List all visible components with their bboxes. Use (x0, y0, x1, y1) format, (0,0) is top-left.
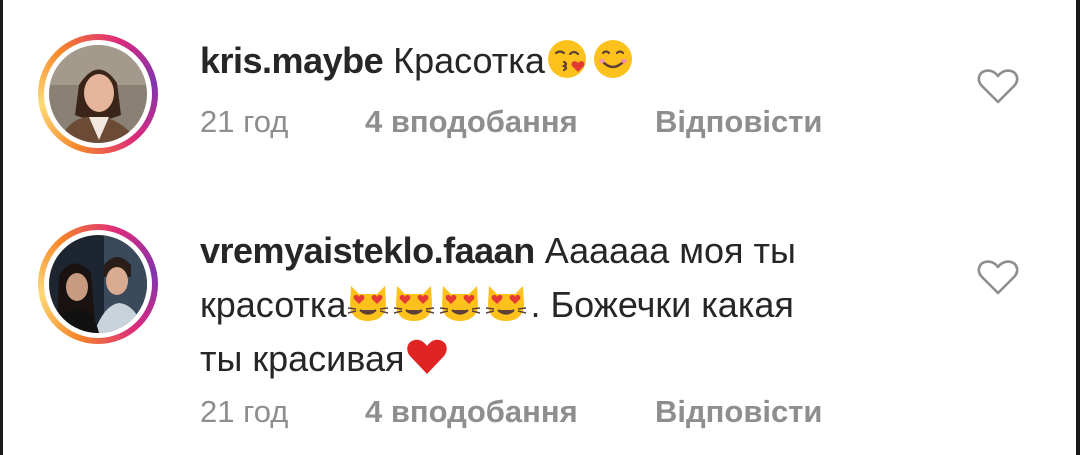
heart-eyes-cat-emoji (394, 286, 435, 321)
avatar-story-ring[interactable] (38, 224, 158, 344)
heart-outline-icon[interactable] (976, 66, 1020, 106)
comment-body-line-1: Аааааа моя ты (544, 230, 796, 271)
reply-button[interactable]: Відповісти (655, 102, 823, 142)
comment-body-line-2-end: . Божечки какая (530, 284, 794, 325)
heart-outline-icon[interactable] (976, 257, 1020, 297)
red-heart-emoji (406, 339, 447, 374)
avatar[interactable] (49, 45, 147, 143)
comment-text: kris.maybe Красотка (200, 34, 900, 88)
comment-username[interactable]: kris.maybe (200, 40, 384, 81)
comment-item: kris.maybe Красотка 21 год 4 вподобання … (0, 0, 1080, 200)
comment-likes-count[interactable]: 4 вподобання (365, 102, 578, 142)
heart-eyes-cat-emoji (486, 286, 527, 321)
comment-body: Красотка (393, 40, 545, 81)
comment-username[interactable]: vremyaisteklo.faaan (200, 230, 535, 271)
heart-eyes-cat-emoji (348, 286, 389, 321)
reply-button[interactable]: Відповісти (655, 392, 823, 432)
comment-body-line-2: красотка (200, 284, 347, 325)
comment-timestamp: 21 год (200, 394, 289, 429)
smiling-face-emoji (593, 40, 632, 78)
comment-timestamp: 21 год (200, 104, 289, 139)
comment-likes-count[interactable]: 4 вподобання (365, 392, 578, 432)
comment-item: vremyaisteklo.faaan Аааааа моя ты красот… (0, 200, 1080, 455)
comment-text: vremyaisteklo.faaan Аааааа моя ты красот… (200, 224, 900, 386)
avatar[interactable] (49, 235, 147, 333)
kissing-face-with-heart-emoji (547, 40, 586, 78)
avatar-story-ring[interactable] (38, 34, 158, 154)
heart-eyes-cat-emoji (440, 286, 481, 321)
comment-body-line-3: ты красивая (200, 338, 405, 379)
